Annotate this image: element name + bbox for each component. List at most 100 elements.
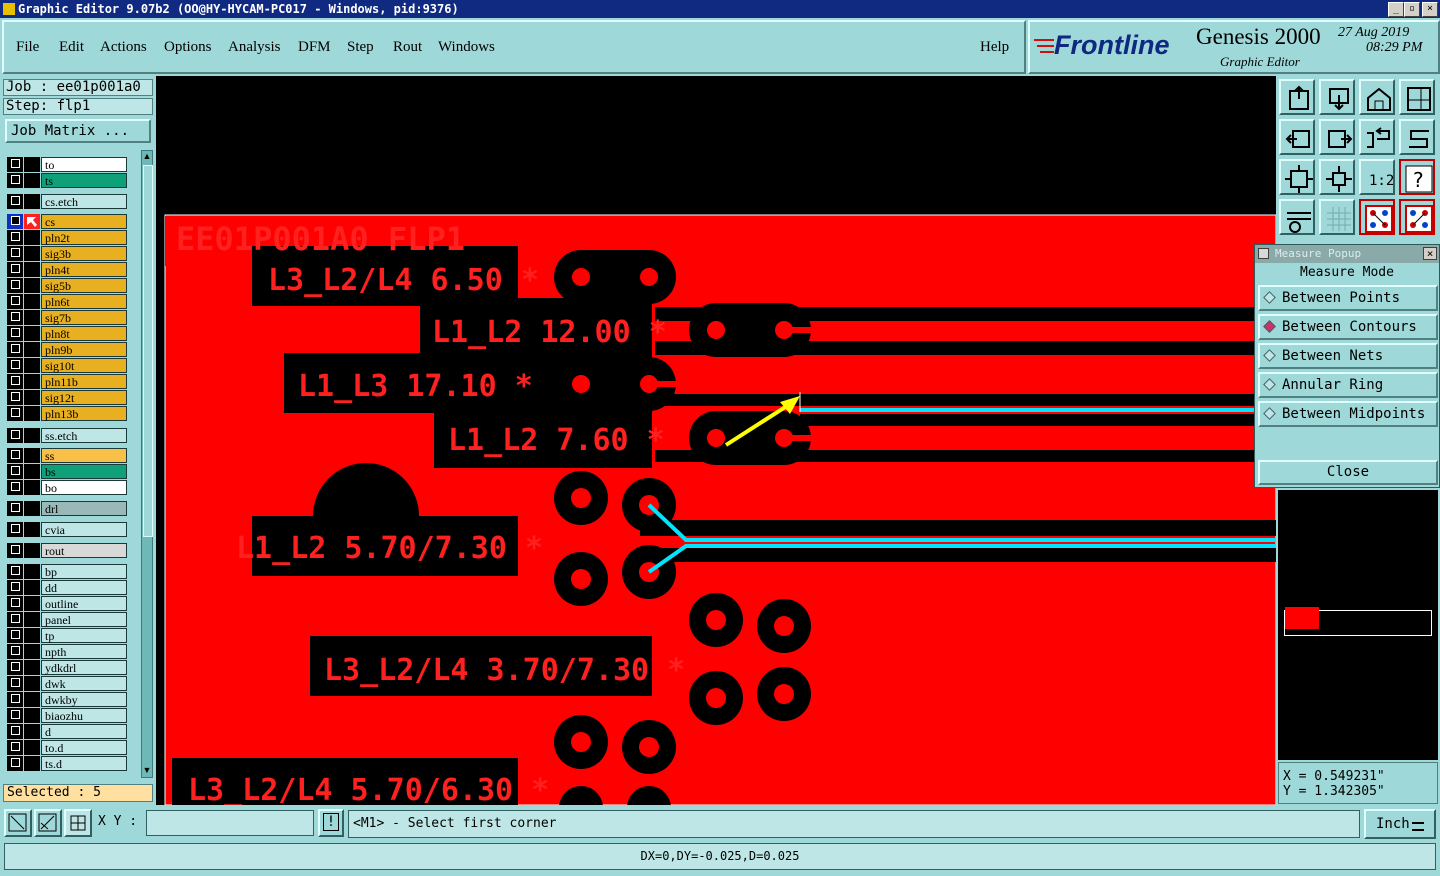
layer-row-biaozhu[interactable]: biaozhu xyxy=(7,708,127,723)
layer-name[interactable]: pln8t xyxy=(41,326,127,341)
layer-checkbox[interactable] xyxy=(7,522,23,537)
layer-name[interactable]: pln13b xyxy=(41,406,127,421)
layer-row-drl[interactable]: drl xyxy=(7,501,127,516)
layer-row-sig7b[interactable]: sig7b xyxy=(7,310,127,325)
layer-row-cvia[interactable]: cvia xyxy=(7,522,127,537)
layer-row-cs[interactable]: cs xyxy=(7,214,127,229)
layer-row-panel[interactable]: panel xyxy=(7,612,127,627)
layer-name[interactable]: npth xyxy=(41,644,127,659)
layer-colors-alt-button[interactable] xyxy=(1399,199,1435,235)
layer-name[interactable]: dwk xyxy=(41,676,127,691)
layer-name[interactable]: cs.etch xyxy=(41,194,127,209)
menu-dfm[interactable]: DFM xyxy=(298,39,331,56)
layer-name[interactable]: cs xyxy=(41,214,127,229)
layer-name[interactable]: dwkby xyxy=(41,692,127,707)
layer-name[interactable]: ss xyxy=(41,448,127,463)
layer-row-sig5b[interactable]: sig5b xyxy=(7,278,127,293)
layer-name[interactable]: pln4t xyxy=(41,262,127,277)
layer-name[interactable]: rout xyxy=(41,543,127,558)
graphic-canvas[interactable]: EE01P001A0 FLP1 L3_L2/L4 6.50 * L1_L2 12… xyxy=(156,76,1276,805)
grid-tool-button[interactable] xyxy=(64,809,92,837)
pan-right-button[interactable] xyxy=(1319,119,1355,155)
layer-row-pln11b[interactable]: pln11b xyxy=(7,374,127,389)
snap-button[interactable] xyxy=(4,809,32,837)
scroll-thumb[interactable] xyxy=(143,165,153,537)
layer-checkbox[interactable] xyxy=(7,756,23,771)
layer-checkbox[interactable] xyxy=(7,644,23,659)
zoom-center-button[interactable] xyxy=(1319,159,1355,195)
menu-file[interactable]: File xyxy=(16,39,39,56)
layer-row-pln4t[interactable]: pln4t xyxy=(7,262,127,277)
layer-row-bo[interactable]: bo xyxy=(7,480,127,495)
layer-name[interactable]: pln2t xyxy=(41,230,127,245)
menu-edit[interactable]: Edit xyxy=(59,39,84,56)
layer-row-pln13b[interactable]: pln13b xyxy=(7,406,127,421)
minimize-button[interactable]: _ xyxy=(1388,2,1404,17)
close-window-button[interactable]: × xyxy=(1422,2,1438,17)
settings-button[interactable] xyxy=(1279,199,1315,235)
layer-name[interactable]: pln9b xyxy=(41,342,127,357)
layer-checkbox[interactable] xyxy=(7,464,23,479)
layer-name[interactable]: d xyxy=(41,724,127,739)
help-button[interactable]: ? xyxy=(1399,159,1435,195)
measure-option-between-contours[interactable]: Between Contours xyxy=(1258,314,1438,340)
layer-checkbox[interactable] xyxy=(7,326,23,341)
measure-close-button[interactable]: Close xyxy=(1258,460,1438,485)
layer-checkbox[interactable] xyxy=(7,448,23,463)
layer-name[interactable]: sig7b xyxy=(41,310,127,325)
layer-name[interactable]: bs xyxy=(41,464,127,479)
menu-options[interactable]: Options xyxy=(164,39,212,56)
layer-row-sig12t[interactable]: sig12t xyxy=(7,390,127,405)
layer-row-to-d[interactable]: to.d xyxy=(7,740,127,755)
layer-name[interactable]: sig5b xyxy=(41,278,127,293)
layer-name[interactable]: outline xyxy=(41,596,127,611)
units-dropdown[interactable]: Inch xyxy=(1364,809,1436,839)
layer-row-dd[interactable]: dd xyxy=(7,580,127,595)
menu-analysis[interactable]: Analysis xyxy=(228,39,281,56)
layer-name[interactable]: to xyxy=(41,157,127,172)
measure-option-between-nets[interactable]: Between Nets xyxy=(1258,343,1438,369)
layer-name[interactable]: ts.d xyxy=(41,756,127,771)
layer-row-pln9b[interactable]: pln9b xyxy=(7,342,127,357)
measure-option-between-midpoints[interactable]: Between Midpoints xyxy=(1258,401,1438,427)
maximize-button[interactable]: ▫ xyxy=(1404,2,1420,17)
pan-left-button[interactable] xyxy=(1279,119,1315,155)
layer-checkbox[interactable] xyxy=(7,596,23,611)
layer-checkbox[interactable] xyxy=(7,342,23,357)
zoom-ratio-button[interactable]: 1:2 xyxy=(1359,159,1395,195)
layer-checkbox[interactable] xyxy=(7,660,23,675)
overview-panel[interactable] xyxy=(1278,490,1438,760)
menu-actions[interactable]: Actions xyxy=(100,39,147,56)
layer-row-sig10t[interactable]: sig10t xyxy=(7,358,127,373)
menu-windows[interactable]: Windows xyxy=(438,39,495,56)
layer-row-sig3b[interactable]: sig3b xyxy=(7,246,127,261)
layer-checkbox[interactable] xyxy=(7,564,23,579)
popup-close-icon[interactable]: × xyxy=(1423,247,1437,260)
grid-button[interactable] xyxy=(1319,199,1355,235)
layer-name[interactable]: drl xyxy=(41,501,127,516)
layer-checkbox[interactable] xyxy=(7,374,23,389)
layer-row-pln6t[interactable]: pln6t xyxy=(7,294,127,309)
home-button[interactable] xyxy=(1359,79,1395,115)
layer-name[interactable]: pln11b xyxy=(41,374,127,389)
layer-checkbox[interactable] xyxy=(7,501,23,516)
layer-row-tp[interactable]: tp xyxy=(7,628,127,643)
layer-row-dwkby[interactable]: dwkby xyxy=(7,692,127,707)
layer-name[interactable]: dd xyxy=(41,580,127,595)
layer-checkbox[interactable] xyxy=(7,580,23,595)
undo-view-button[interactable] xyxy=(1359,119,1395,155)
zoom-fit-button[interactable] xyxy=(1279,159,1315,195)
layer-row-ss[interactable]: ss xyxy=(7,448,127,463)
menu-rout[interactable]: Rout xyxy=(393,39,422,56)
layer-row-to[interactable]: to xyxy=(7,157,127,172)
layer-row-ts[interactable]: ts xyxy=(7,173,127,188)
layer-checkbox[interactable] xyxy=(7,230,23,245)
measure-option-annular-ring[interactable]: Annular Ring xyxy=(1258,372,1438,398)
layer-row-ts-d[interactable]: ts.d xyxy=(7,756,127,771)
scroll-up-icon[interactable]: ▲ xyxy=(142,151,152,163)
layer-row-d[interactable]: d xyxy=(7,724,127,739)
layer-row-bs[interactable]: bs xyxy=(7,464,127,479)
menu-step[interactable]: Step xyxy=(347,39,374,56)
layer-name[interactable]: pln6t xyxy=(41,294,127,309)
scroll-down-icon[interactable]: ▼ xyxy=(142,765,152,777)
